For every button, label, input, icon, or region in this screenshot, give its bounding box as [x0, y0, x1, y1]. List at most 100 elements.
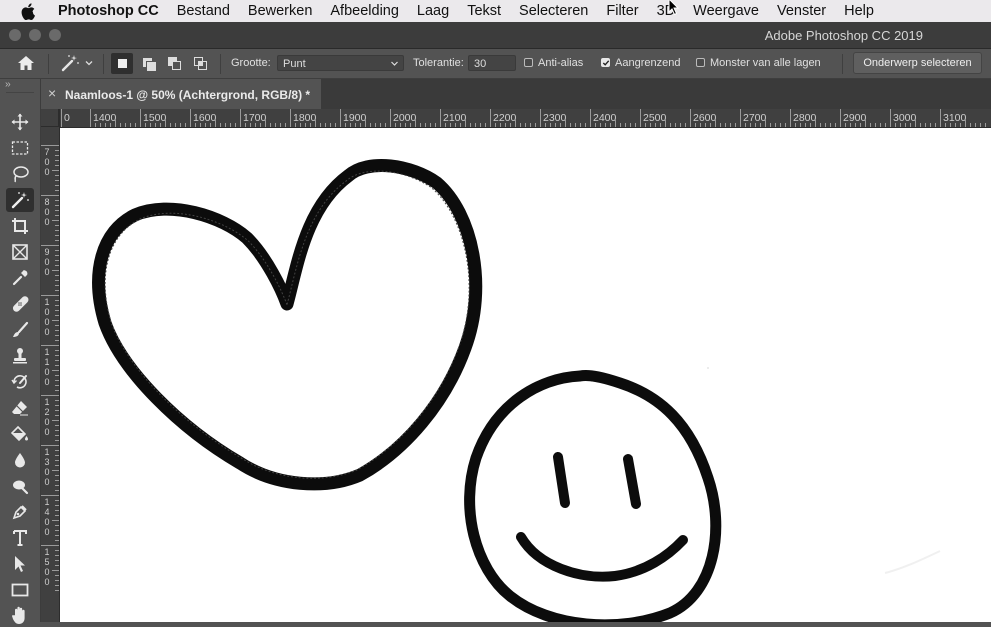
ruler-major-tick [41, 445, 59, 446]
pen-icon [12, 505, 27, 520]
ruler-minor-tick [185, 123, 186, 127]
new-selection-button[interactable] [111, 53, 133, 74]
ruler-label: 1 5 0 0 [44, 547, 50, 587]
ruler-minor-tick [55, 165, 59, 166]
healing-brush-tool[interactable] [6, 292, 34, 316]
ruler-minor-tick [335, 123, 336, 127]
menu-bestand[interactable]: Bestand [168, 3, 239, 19]
menu-selecteren[interactable]: Selecteren [510, 3, 597, 19]
ruler-label: 1 4 0 0 [44, 497, 50, 537]
frame-tool[interactable] [6, 240, 34, 264]
clone-stamp-tool[interactable] [6, 344, 34, 368]
ruler-minor-tick [960, 123, 961, 127]
apple-icon[interactable] [20, 2, 36, 20]
pen-tool[interactable] [6, 500, 34, 524]
ruler-minor-tick [55, 210, 59, 211]
ruler-minor-tick [55, 365, 59, 366]
eraser-tool[interactable] [6, 396, 34, 420]
close-tab-icon[interactable]: × [48, 85, 56, 101]
ruler-minor-tick [55, 340, 59, 341]
ruler-major-tick [240, 109, 241, 127]
menu-venster[interactable]: Venster [768, 3, 835, 19]
intersect-selection-button[interactable] [189, 53, 211, 74]
sample-all-layers-label: Monster van alle lagen [710, 57, 821, 69]
menu-tekst[interactable]: Tekst [458, 3, 510, 19]
ruler-minor-tick [565, 120, 566, 127]
add-to-selection-button[interactable] [137, 53, 159, 74]
contiguous-checkbox[interactable] [601, 58, 610, 67]
ruler-minor-tick [300, 123, 301, 127]
ruler-minor-tick [55, 455, 59, 456]
paint-bucket-tool[interactable] [6, 422, 34, 446]
tolerance-input[interactable]: 30 [468, 55, 516, 71]
ruler-minor-tick [325, 123, 326, 127]
ruler-minor-tick [935, 123, 936, 127]
ruler-minor-tick [295, 123, 296, 127]
ruler-minor-tick [365, 120, 366, 127]
close-window-button[interactable] [9, 29, 21, 41]
menu-app-photoshop[interactable]: Photoshop CC [48, 3, 168, 19]
ruler-major-tick [890, 109, 891, 127]
ruler-minor-tick [55, 490, 59, 491]
path-selection-tool[interactable] [6, 552, 34, 576]
sample-all-layers-checkbox[interactable] [696, 58, 705, 67]
ruler-minor-tick [815, 120, 816, 127]
ruler-minor-tick [55, 460, 59, 461]
ruler-minor-tick [55, 240, 59, 241]
horizontal-ruler[interactable]: 0 1400 1500 1600 1700 1800 1900 2000 2100 2200 230… [59, 109, 991, 128]
type-tool[interactable] [6, 526, 34, 550]
size-select[interactable]: Punt [277, 55, 404, 71]
hand-tool[interactable] [6, 603, 34, 627]
ruler-minor-tick [175, 123, 176, 127]
ruler-origin-corner[interactable] [41, 109, 59, 127]
blur-tool[interactable] [6, 448, 34, 472]
subtract-from-selection-button[interactable] [163, 53, 185, 74]
home-icon[interactable] [17, 55, 35, 74]
ruler-minor-tick [685, 123, 686, 127]
ruler-minor-tick [52, 320, 59, 321]
ruler-minor-tick [55, 480, 59, 481]
menu-afbeelding[interactable]: Afbeelding [321, 3, 408, 19]
ruler-major-tick [41, 295, 59, 296]
ruler-label: 7 0 0 [44, 147, 50, 177]
drop-icon [15, 453, 25, 468]
menu-filter[interactable]: Filter [597, 3, 647, 19]
tool-preset-picker[interactable] [60, 53, 94, 73]
rectangle-tool[interactable] [6, 578, 34, 602]
ruler-minor-tick [180, 123, 181, 127]
history-brush-tool[interactable] [6, 370, 34, 394]
menu-bewerken[interactable]: Bewerken [239, 3, 321, 19]
expand-panel-icon[interactable]: ›› [5, 79, 11, 90]
ruler-label: 9 0 0 [44, 247, 50, 277]
ruler-minor-tick [555, 123, 556, 127]
minimize-window-button[interactable] [29, 29, 41, 41]
document-canvas[interactable] [60, 128, 991, 622]
eyedropper-tool[interactable] [6, 266, 34, 290]
ruler-minor-tick [825, 123, 826, 127]
vertical-ruler[interactable]: 7 0 0 8 0 0 9 0 0 1 0 0 0 1 1 0 0 1 2 0 0 1 3 … [41, 109, 60, 622]
ruler-minor-tick [800, 123, 801, 127]
lasso-tool[interactable] [6, 162, 34, 186]
ruler-minor-tick [55, 285, 59, 286]
ruler-major-tick [41, 345, 59, 346]
zoom-window-button[interactable] [49, 29, 61, 41]
rectangular-marquee-tool[interactable] [6, 136, 34, 160]
dodge-tool[interactable] [6, 474, 34, 498]
menu-weergave[interactable]: Weergave [684, 3, 768, 19]
brush-tool[interactable] [6, 318, 34, 342]
ruler-minor-tick [955, 123, 956, 127]
ruler-minor-tick [330, 123, 331, 127]
ruler-minor-tick [560, 123, 561, 127]
anti-alias-checkbox[interactable] [524, 58, 533, 67]
ruler-minor-tick [675, 123, 676, 127]
crop-tool[interactable] [6, 214, 34, 238]
menu-laag[interactable]: Laag [408, 3, 458, 19]
ruler-minor-tick [645, 123, 646, 127]
ruler-minor-tick [55, 475, 59, 476]
document-tab[interactable]: × Naamloos-1 @ 50% (Achtergrond, RGB/8) … [41, 79, 321, 109]
move-tool[interactable] [6, 110, 34, 134]
select-subject-button[interactable]: Onderwerp selecteren [853, 52, 982, 74]
menu-help[interactable]: Help [835, 3, 883, 19]
ruler-minor-tick [355, 123, 356, 127]
magic-wand-tool[interactable] [6, 188, 34, 212]
